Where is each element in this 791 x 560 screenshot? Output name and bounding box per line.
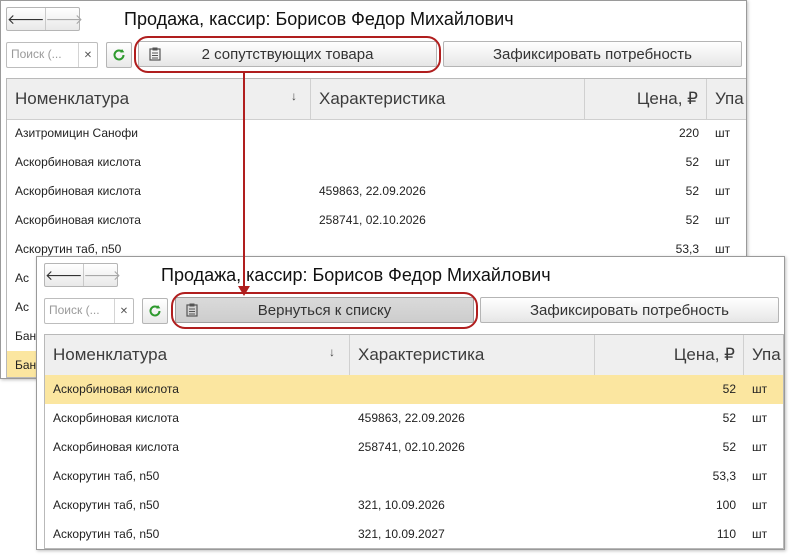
cell-unit: шт: [752, 527, 768, 541]
table-row[interactable]: Аскорбиновая кислота 52 шт: [7, 148, 746, 177]
goods-table: Номенклатура ↓ Характеристика Цена, ₽ Уп…: [44, 334, 784, 549]
window-title: Продажа, кассир: Борисов Федор Михайлови…: [161, 265, 551, 285]
cell-characteristic: 258741, 02.10.2026: [358, 440, 465, 454]
cell-unit: шт: [715, 155, 731, 169]
cell-name: Аскорбиновая кислота: [53, 440, 179, 454]
column-header-name[interactable]: Номенклатура: [45, 335, 350, 375]
cell-price: 52: [685, 213, 699, 227]
table-row[interactable]: Аскорутин таб, n50 53,3 шт: [45, 462, 783, 491]
table-row[interactable]: Аскорбиновая кислота 459863, 22.09.2026 52…: [45, 404, 783, 433]
back-arrow-icon[interactable]: 🡐: [7, 8, 45, 30]
cell-price: 220: [678, 126, 699, 140]
column-header-price[interactable]: Цена, ₽: [595, 335, 744, 375]
cell-characteristic: 321, 10.09.2026: [358, 498, 445, 512]
search-placeholder: Поиск (...: [11, 47, 62, 61]
cell-price: 52: [685, 184, 699, 198]
fix-demand-label: Зафиксировать потребность: [492, 45, 692, 63]
fix-demand-button[interactable]: Зафиксировать потребность: [443, 41, 742, 67]
search-input[interactable]: Поиск (... ✕: [44, 298, 134, 324]
table-row[interactable]: Аскорбиновая кислота 459863, 22.09.2026 52…: [7, 177, 746, 206]
cell-characteristic: 258741, 02.10.2026: [319, 213, 426, 227]
cell-characteristic: [350, 462, 595, 491]
cell-name: Аскорутин таб, n50: [53, 469, 160, 483]
cell-price: 52: [722, 382, 736, 396]
cell-name: Аскорутин таб, n50: [53, 498, 160, 512]
table-row[interactable]: Аскорбиновая кислота 52 шт: [45, 375, 783, 404]
cell-name: Аскорбиновая кислота: [15, 184, 141, 198]
nav-buttons: 🡐 🡒: [6, 7, 83, 31]
cell-price: 110: [716, 527, 736, 541]
cell-unit: шт: [752, 469, 768, 483]
cell-characteristic: [311, 119, 585, 148]
cell-unit: шт: [752, 498, 768, 512]
cell-name: Аскорбиновая кислота: [53, 411, 179, 425]
fix-demand-button[interactable]: Зафиксировать потребность: [480, 297, 779, 323]
related-goods-button[interactable]: 2 сопутствующих товара: [138, 41, 437, 67]
column-header-price[interactable]: Цена, ₽: [585, 79, 707, 119]
cell-unit: шт: [752, 440, 768, 454]
return-to-list-label: Вернуться к списку: [257, 301, 392, 319]
refresh-icon: [113, 49, 125, 61]
column-header-unit[interactable]: Упа: [707, 79, 746, 119]
table-row[interactable]: Аскорбиновая кислота 258741, 02.10.2026 52…: [45, 433, 783, 462]
cell-unit: шт: [752, 382, 768, 396]
cell-unit: шт: [752, 411, 768, 425]
cell-name: Аскорбиновая кислота: [15, 213, 141, 227]
cell-characteristic: 321, 10.09.2027: [358, 527, 445, 541]
cell-price: 52: [722, 411, 736, 425]
cell-characteristic: 459863, 22.09.2026: [358, 411, 465, 425]
cell-characteristic: [311, 148, 585, 177]
clipboard-icon: [186, 303, 198, 317]
table-header: Номенклатура ↓ Характеристика Цена, ₽ Уп…: [45, 335, 783, 376]
cell-price: 100: [715, 498, 736, 512]
clear-search-icon[interactable]: ✕: [114, 299, 133, 323]
cell-name: Аскорутин таб, n50: [53, 527, 160, 541]
sort-down-icon[interactable]: ↓: [291, 79, 297, 113]
refresh-icon: [149, 305, 161, 317]
column-header-name[interactable]: Номенклатура: [7, 79, 311, 119]
forward-arrow-icon[interactable]: 🡒: [82, 264, 121, 286]
fix-demand-label: Зафиксировать потребность: [529, 301, 729, 319]
forward-arrow-icon[interactable]: 🡒: [44, 8, 83, 30]
search-placeholder: Поиск (...: [49, 303, 100, 317]
related-goods-label: 2 сопутствующих товара: [201, 45, 374, 63]
refresh-button[interactable]: [106, 42, 132, 68]
clipboard-icon: [149, 47, 161, 61]
cell-name: Аскорбиновая кислота: [53, 382, 179, 396]
cell-unit: шт: [715, 184, 731, 198]
column-header-characteristic[interactable]: Характеристика: [311, 79, 585, 119]
clear-search-icon[interactable]: ✕: [78, 43, 97, 67]
front-window: 🡐 🡒 Продажа, кассир: Борисов Федор Михай…: [36, 256, 785, 550]
refresh-button[interactable]: [142, 298, 168, 324]
table-row[interactable]: Аскорбиновая кислота 258741, 02.10.2026 52…: [7, 206, 746, 235]
column-header-characteristic[interactable]: Характеристика: [350, 335, 595, 375]
cell-price: 52: [685, 155, 699, 169]
cell-price: 52: [722, 440, 736, 454]
cell-characteristic: [350, 375, 595, 404]
cell-name: Аскорбиновая кислота: [15, 155, 141, 169]
cell-unit: шт: [715, 126, 731, 140]
table-row[interactable]: Азитромицин Санофи 220 шт: [7, 119, 746, 148]
sort-down-icon[interactable]: ↓: [329, 335, 335, 369]
table-row[interactable]: Аскорутин таб, n50 321, 10.09.2027 110 шт: [45, 520, 783, 548]
column-header-unit[interactable]: Упа: [744, 335, 783, 375]
nav-buttons: 🡐 🡒: [44, 263, 121, 287]
back-arrow-icon[interactable]: 🡐: [45, 264, 83, 286]
return-to-list-button[interactable]: Вернуться к списку: [175, 297, 474, 323]
table-header: Номенклатура ↓ Характеристика Цена, ₽ Уп…: [7, 79, 746, 120]
table-row[interactable]: Аскорутин таб, n50 321, 10.09.2026 100 шт: [45, 491, 783, 520]
search-input[interactable]: Поиск (... ✕: [6, 42, 98, 68]
cell-price: 53,3: [712, 469, 736, 483]
window-title: Продажа, кассир: Борисов Федор Михайлови…: [124, 9, 514, 29]
cell-characteristic: 459863, 22.09.2026: [319, 184, 426, 198]
cell-name: Азитромицин Санофи: [15, 126, 138, 140]
cell-unit: шт: [715, 213, 731, 227]
